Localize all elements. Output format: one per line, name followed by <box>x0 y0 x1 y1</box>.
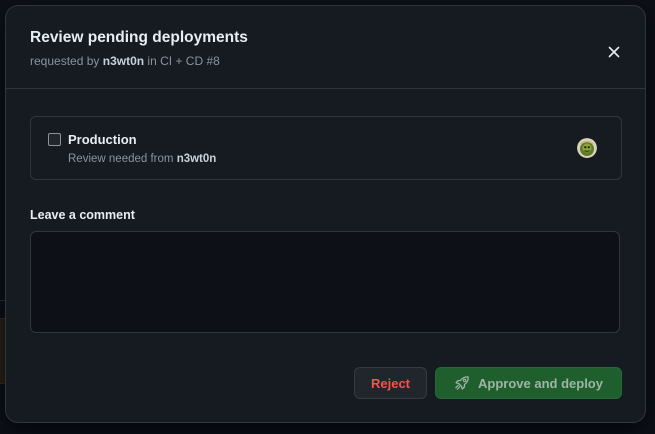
rocket-icon <box>455 376 469 390</box>
avatar-image <box>577 138 597 158</box>
environment-review-note: Review needed from n3wt0n <box>68 153 216 165</box>
dialog-header: Review pending deployments requested by … <box>6 6 645 89</box>
workflow-run-name: CI + CD #8 <box>160 54 220 68</box>
comment-label: Leave a comment <box>30 208 135 222</box>
reviewer-name: n3wt0n <box>176 153 217 165</box>
dialog-title: Review pending deployments <box>30 29 248 46</box>
comment-textarea[interactable] <box>30 231 620 333</box>
dialog-subtitle: requested by n3wt0n in CI + CD #8 <box>30 54 220 68</box>
approve-button-label: Approve and deploy <box>478 375 603 391</box>
environment-checkbox[interactable] <box>48 133 61 146</box>
subtitle-prefix: requested by <box>30 54 100 68</box>
reject-button-label: Reject <box>370 375 411 391</box>
close-icon <box>608 46 620 58</box>
subtitle-in: in <box>147 54 157 68</box>
avatar[interactable] <box>577 138 597 158</box>
approve-and-deploy-button[interactable]: Approve and deploy <box>435 367 622 399</box>
environment-row-production: Production Review needed from n3wt0n <box>30 116 622 180</box>
environment-name[interactable]: Production <box>68 132 137 147</box>
close-button[interactable] <box>602 40 626 64</box>
review-prefix: Review needed from <box>68 153 174 165</box>
review-deployments-dialog: Review pending deployments requested by … <box>6 6 645 422</box>
requester-name: n3wt0n <box>102 54 145 68</box>
reject-button[interactable]: Reject <box>354 367 427 399</box>
